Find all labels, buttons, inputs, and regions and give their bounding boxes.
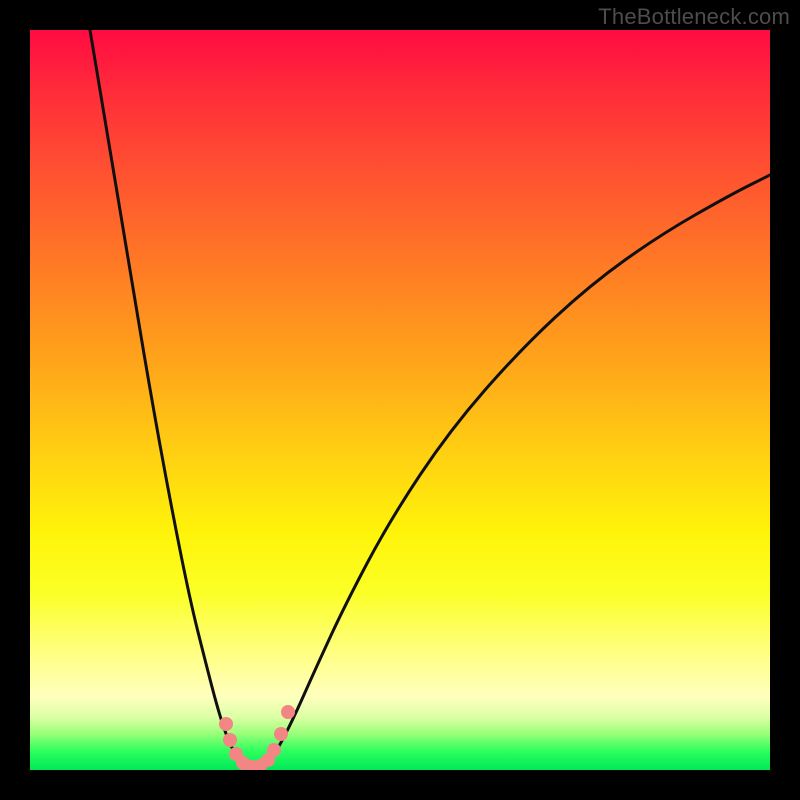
chart-svg [30,30,770,770]
data-dot [281,705,295,719]
data-dots [219,705,295,770]
outer-frame: TheBottleneck.com [0,0,800,800]
data-dot [223,733,237,747]
data-dot [267,743,281,757]
watermark-text: TheBottleneck.com [598,4,790,30]
curve-left [90,30,245,766]
plot-area [30,30,770,770]
curve-right [265,175,770,766]
data-dot [219,717,233,731]
data-dot [274,727,288,741]
